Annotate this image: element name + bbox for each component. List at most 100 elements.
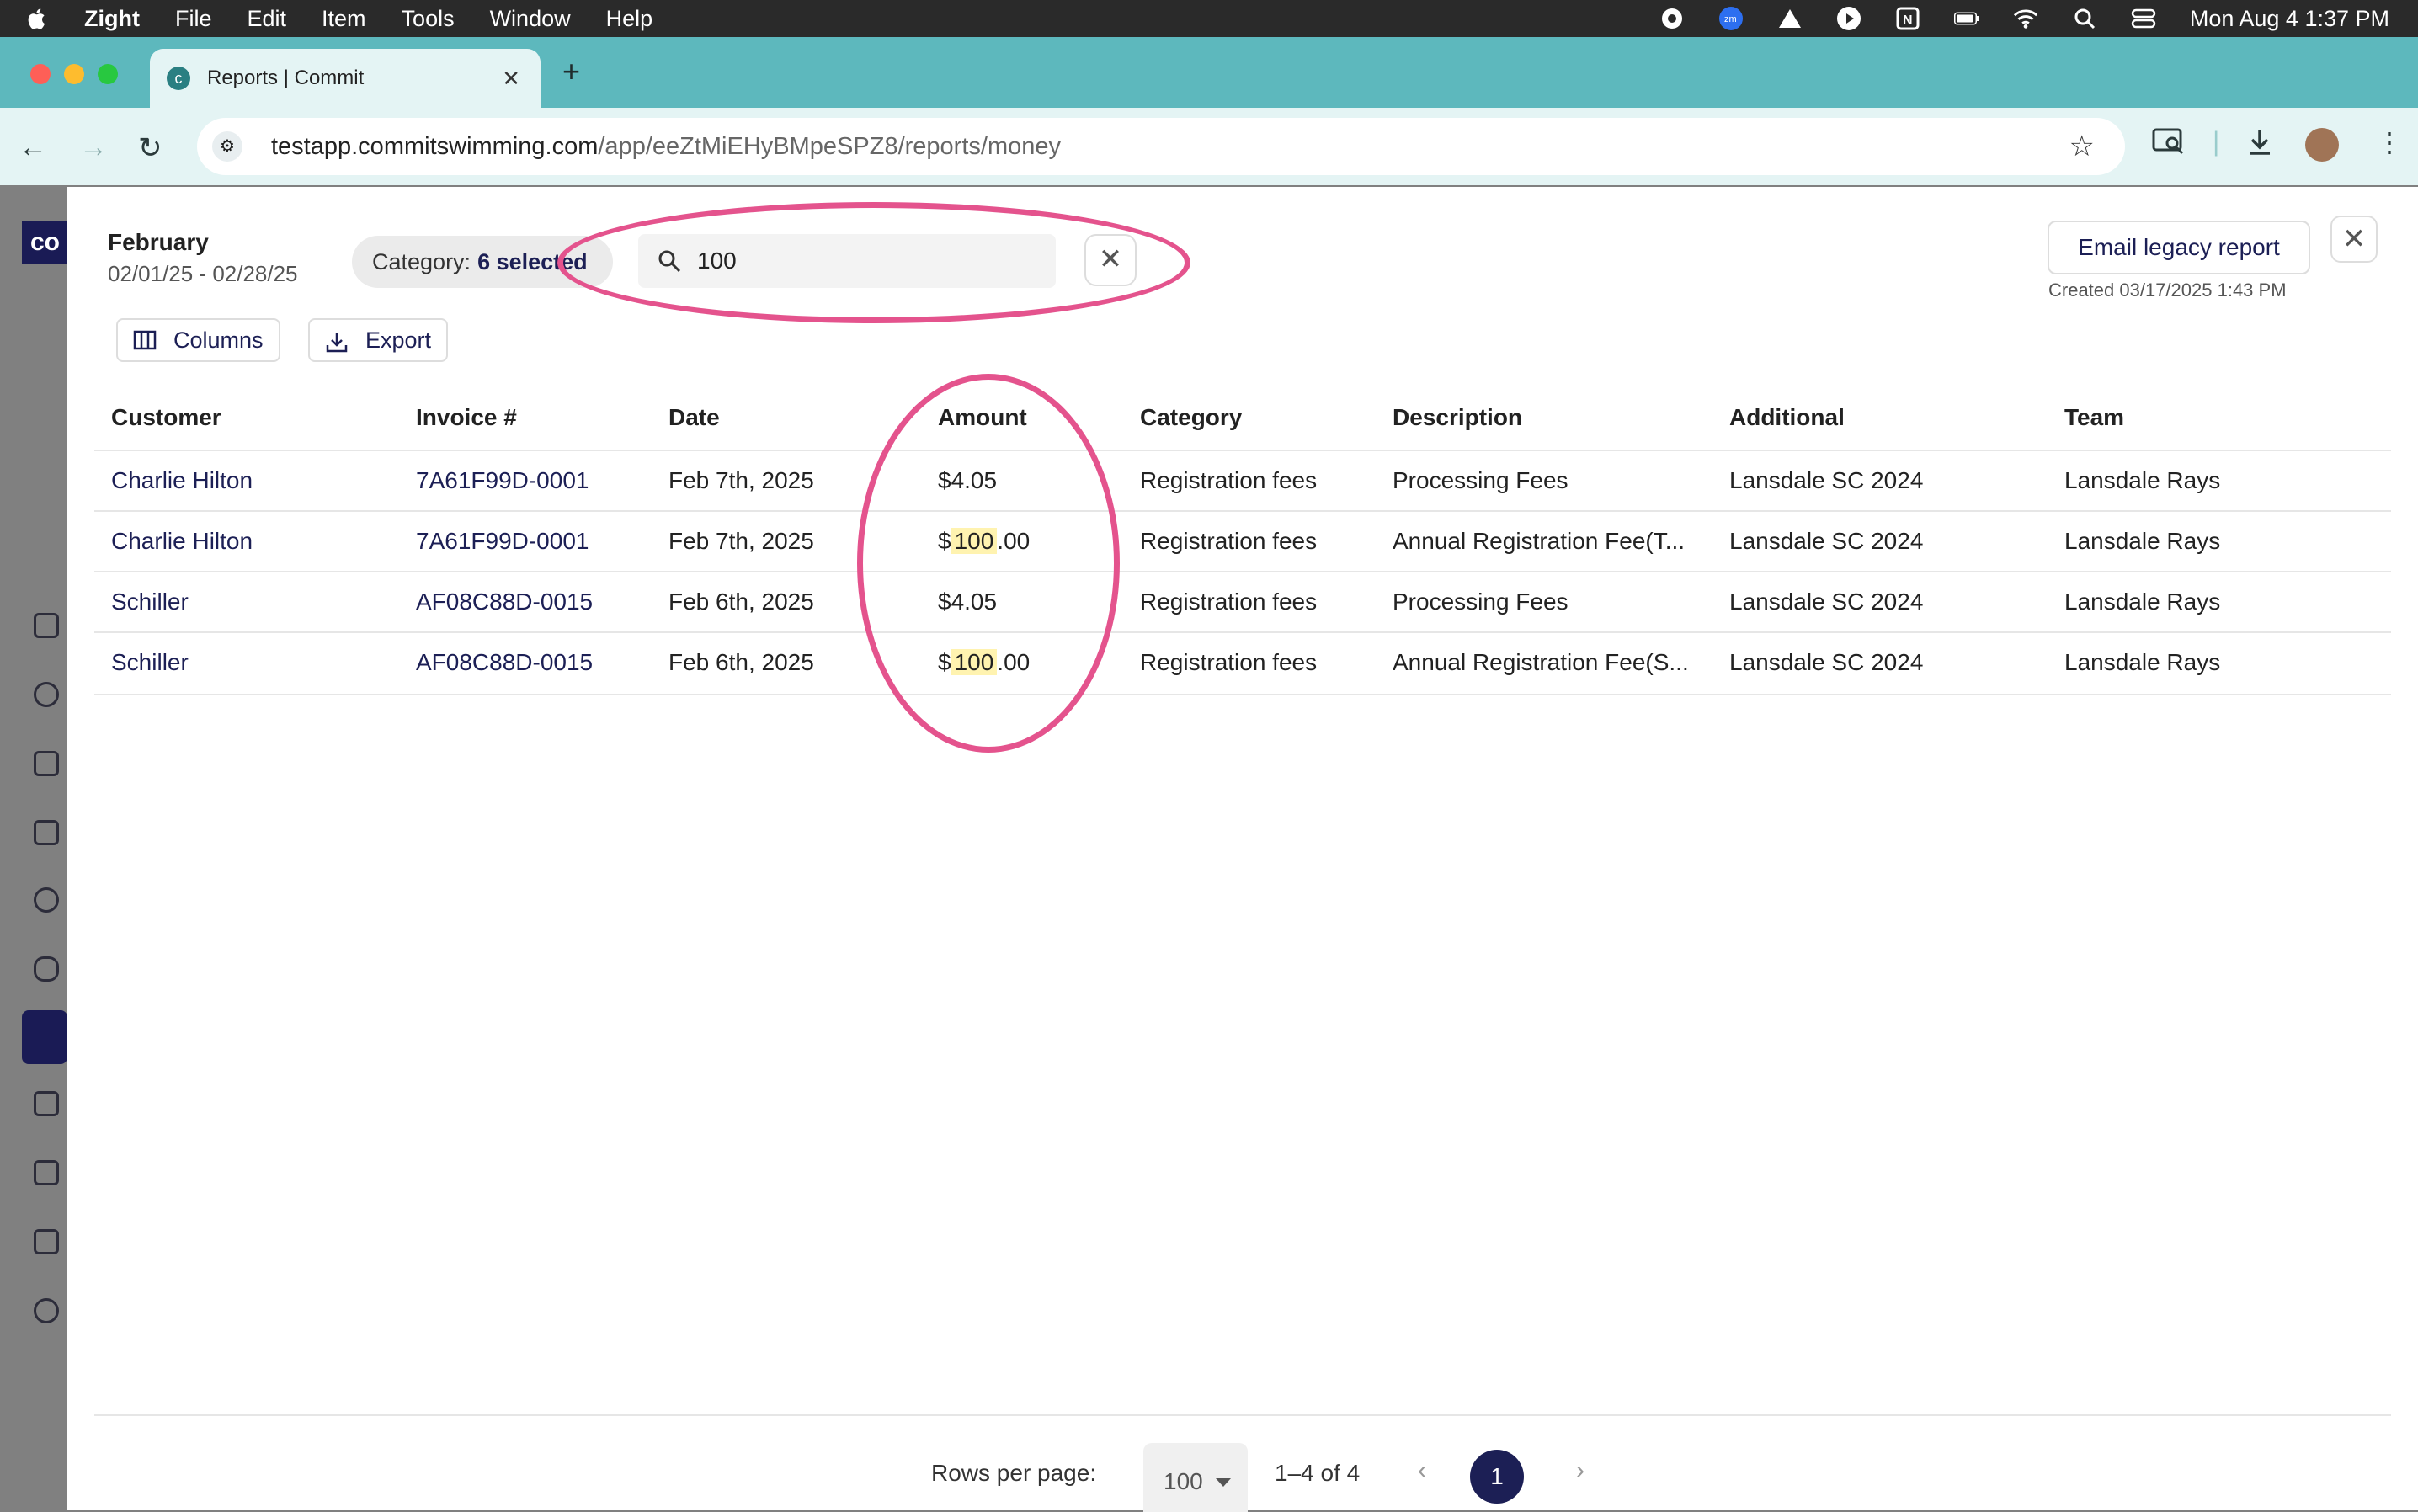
profile-avatar[interactable] [2305, 128, 2339, 162]
description-cell: Annual Registration Fee(S... [1393, 649, 1689, 675]
category-filter-label: Category: [372, 248, 471, 274]
invoice-link[interactable]: AF08C88D-0015 [416, 633, 593, 692]
table-row[interactable]: Charlie Hilton 7A61F99D-0001 Feb 7th, 20… [94, 510, 2391, 572]
category-cell: Registration fees [1140, 588, 1318, 615]
table-row[interactable]: Schiller AF08C88D-0015 Feb 6th, 2025 $10… [94, 631, 2391, 695]
team-icon[interactable] [34, 887, 59, 913]
category-filter-chip[interactable]: Category: 6 selected [352, 236, 613, 288]
toolbar-divider: | [2213, 126, 2220, 157]
customer-link[interactable]: Charlie Hilton [111, 451, 253, 510]
back-icon[interactable]: ← [19, 131, 47, 164]
site-settings-icon[interactable]: ⚙ [212, 131, 242, 162]
menu-window[interactable]: Window [490, 6, 571, 32]
search-box[interactable] [638, 234, 1056, 288]
control-center-icon[interactable] [2131, 7, 2156, 30]
battery-icon[interactable] [1953, 7, 1979, 30]
wifi-icon[interactable] [2013, 7, 2038, 30]
window-zoom-button[interactable] [98, 64, 118, 84]
column-header-invoice[interactable]: Invoice # [416, 394, 517, 441]
forward-icon[interactable]: → [79, 131, 108, 164]
window-minimize-button[interactable] [64, 64, 84, 84]
menubar-clock[interactable]: Mon Aug 4 1:37 PM [2190, 6, 2389, 32]
window-close-button[interactable] [30, 64, 51, 84]
team-cell: Lansdale Rays [2064, 467, 2221, 493]
amount-cell: $4.05 [938, 572, 997, 631]
page-button-current[interactable]: 1 [1470, 1450, 1524, 1504]
menubar-app-name[interactable]: Zight [84, 6, 140, 32]
tab-close-icon[interactable]: ✕ [502, 66, 520, 92]
menu-help[interactable]: Help [606, 6, 653, 32]
zight-status-icon[interactable] [1659, 7, 1685, 30]
notion-icon[interactable]: N [1895, 7, 1920, 30]
description-cell: Annual Registration Fee(T... [1393, 528, 1686, 554]
roster-icon[interactable] [34, 820, 59, 845]
amount-cell: $100.00 [938, 633, 1030, 692]
column-header-amount[interactable]: Amount [938, 394, 1027, 441]
new-tab-icon[interactable]: + [562, 54, 580, 89]
svg-text:N: N [1903, 13, 1913, 28]
close-modal-button[interactable]: ✕ [2330, 216, 2378, 263]
document-icon[interactable] [34, 1229, 59, 1254]
team-cell: Lansdale Rays [2064, 528, 2221, 554]
macos-menubar: Zight File Edit Item Tools Window Help z… [0, 0, 2418, 37]
zoom-icon[interactable]: zm [1718, 7, 1744, 30]
reports-nav-item[interactable] [22, 1010, 67, 1064]
bookmark-star-icon[interactable]: ☆ [2069, 130, 2095, 163]
chat-icon[interactable] [34, 956, 59, 982]
browser-menu-icon[interactable]: ⋮ [2376, 126, 2403, 158]
clear-search-button[interactable]: ✕ [1084, 234, 1137, 286]
column-header-category[interactable]: Category [1140, 394, 1242, 441]
category-filter-value: 6 selected [477, 248, 588, 274]
column-header-additional[interactable]: Additional [1729, 394, 1845, 441]
customer-link[interactable]: Schiller [111, 633, 189, 692]
amount-suffix: .00 [997, 649, 1031, 675]
cast-search-icon[interactable] [2152, 126, 2186, 163]
search-input[interactable] [695, 247, 1036, 275]
table-row[interactable]: Schiller AF08C88D-0015 Feb 6th, 2025 $4.… [94, 571, 2391, 633]
invoice-link[interactable]: 7A61F99D-0001 [416, 451, 589, 510]
sync-icon[interactable] [34, 682, 59, 707]
settings-gear-icon[interactable] [34, 1298, 59, 1323]
export-button[interactable]: Export [308, 318, 449, 362]
column-header-customer[interactable]: Customer [111, 394, 221, 441]
menu-edit[interactable]: Edit [248, 6, 287, 32]
next-page-icon[interactable]: › [1576, 1456, 1584, 1485]
customer-link[interactable]: Charlie Hilton [111, 512, 253, 571]
period-range: 02/01/25 - 02/28/25 [108, 261, 298, 286]
column-header-description[interactable]: Description [1393, 394, 1522, 441]
amount-text: $4.05 [938, 588, 998, 615]
rows-per-page-label: Rows per page: [931, 1460, 1097, 1486]
address-bar[interactable]: ⚙ testapp.commitswimming.com/app/eeZtMiE… [197, 118, 2125, 175]
drive-icon[interactable] [1777, 7, 1803, 30]
category-cell: Registration fees [1140, 649, 1318, 675]
apple-icon[interactable] [25, 6, 51, 31]
menu-item[interactable]: Item [322, 6, 366, 32]
menu-tools[interactable]: Tools [402, 6, 455, 32]
play-icon[interactable] [1836, 7, 1861, 30]
invoice-link[interactable]: AF08C88D-0015 [416, 572, 593, 631]
export-icon [325, 330, 349, 353]
previous-page-icon[interactable]: ‹ [1418, 1456, 1426, 1485]
additional-cell: Lansdale SC 2024 [1729, 588, 1924, 615]
column-header-date[interactable]: Date [668, 394, 720, 441]
download-icon[interactable] [2245, 126, 2275, 163]
menu-file[interactable]: File [175, 6, 212, 32]
dashboard-icon[interactable] [34, 613, 59, 638]
search-icon[interactable] [2072, 7, 2097, 30]
customer-link[interactable]: Schiller [111, 572, 189, 631]
browser-tab-reports[interactable]: c Reports | Commit ✕ [150, 49, 541, 108]
calendar-icon[interactable] [34, 751, 59, 776]
invoice-link[interactable]: 7A61F99D-0001 [416, 512, 589, 571]
column-header-team[interactable]: Team [2064, 394, 2124, 441]
columns-button[interactable]: Columns [116, 318, 280, 362]
table-row[interactable]: Charlie Hilton 7A61F99D-0001 Feb 7th, 20… [94, 450, 2391, 512]
amount-text: $4.05 [938, 467, 998, 493]
rows-per-page-select[interactable]: 100 [1143, 1443, 1248, 1512]
pagination-footer: Rows per page: 100 1–4 of 4 ‹ 1 › [94, 1414, 2391, 1512]
amount-cell: $100.00 [938, 512, 1030, 571]
billing-icon[interactable] [34, 1091, 59, 1116]
reload-icon[interactable]: ↻ [138, 131, 162, 165]
amount-suffix: .00 [997, 528, 1031, 554]
table-icon[interactable] [34, 1160, 59, 1185]
email-legacy-report-button[interactable]: Email legacy report [2048, 221, 2310, 274]
